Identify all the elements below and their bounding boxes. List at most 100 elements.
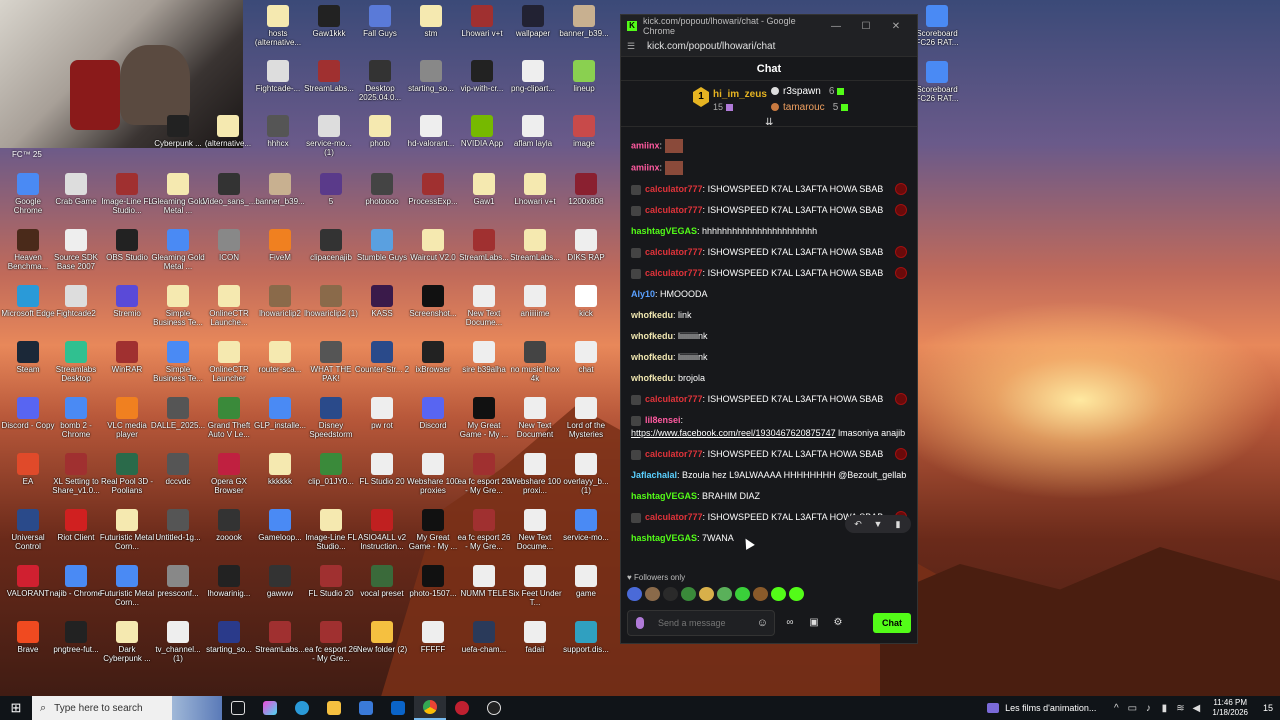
emoji-icon[interactable]: ☺ [757, 617, 768, 629]
leaderboard-second[interactable]: r3spawn 6 [771, 86, 845, 97]
desktop-icon[interactable]: photo [352, 115, 408, 148]
news-widget[interactable]: Les films d'animation... [987, 703, 1096, 713]
emote-10[interactable] [789, 587, 804, 601]
desktop-icon[interactable]: DIKS RAP [558, 229, 614, 262]
network-icon[interactable]: ▭ [1124, 703, 1140, 714]
desktop-icon[interactable]: 5 [303, 173, 359, 206]
desktop-icon[interactable]: Waircut V2.0 [405, 229, 461, 262]
desktop-icon[interactable]: FL Studio 20 [303, 565, 359, 598]
desktop-icon[interactable]: NVIDIA App [454, 115, 510, 148]
send-chat-button[interactable]: Chat [873, 613, 911, 633]
edge-icon[interactable] [286, 696, 318, 720]
pin-icon[interactable]: ▼ [869, 517, 887, 531]
desktop-icon[interactable]: Dark Cyberpunk ... [99, 621, 155, 663]
desktop-icon[interactable]: lhowarinig... [201, 565, 257, 598]
chat-username[interactable]: Aly10 [631, 289, 655, 299]
chat-message[interactable]: whofkedu: liiiiiiiiink [631, 351, 907, 364]
desktop-icon[interactable]: OnlineCTR Launcher [201, 341, 257, 383]
desktop-icon[interactable]: kkkkkk [252, 453, 308, 486]
settings-gear-icon[interactable]: ⚙ [829, 614, 847, 632]
desktop-icon[interactable]: uefa-cham... [456, 621, 512, 654]
chrome-taskbar-icon[interactable] [414, 696, 446, 720]
clock[interactable]: 11:46 PM 1/18/2026 [1212, 698, 1248, 718]
desktop-icon[interactable]: photoooo [354, 173, 410, 206]
gift-box-icon[interactable]: ▣ [805, 614, 823, 632]
emote-1[interactable] [627, 587, 642, 601]
desktop-icon[interactable]: aflam layla [505, 115, 561, 148]
desktop-icon[interactable]: Riot Client [48, 509, 104, 542]
message-link[interactable]: https://www.facebook.com/reel/1930467620… [631, 428, 836, 438]
desktop-icon[interactable]: My Great Game - My ... [405, 509, 461, 551]
chat-message[interactable]: calculator777: ISHOWSPEED K7AL L3AFTA HO… [631, 267, 907, 280]
desktop-icon[interactable]: image [556, 115, 612, 148]
microphone-tray-icon[interactable]: ▮ [1156, 703, 1172, 714]
desktop-icon[interactable]: kick [558, 285, 614, 318]
chat-message[interactable]: hashtagVEGAS: 7WANA [631, 532, 907, 545]
chat-message[interactable]: hashtagVEGAS: BRAHIM DIAZ [631, 490, 907, 503]
desktop-icon[interactable]: Streamlabs Desktop [48, 341, 104, 383]
speaker-icon[interactable]: ◀ [1188, 703, 1204, 714]
desktop-icon[interactable]: ixBrowser [405, 341, 461, 374]
emote-3[interactable] [663, 587, 678, 601]
desktop-icon[interactable]: Cyberpunk ... [150, 115, 206, 148]
desktop-icon[interactable]: Stumble Guys [354, 229, 410, 262]
chat-username[interactable]: amiinx [631, 162, 660, 172]
desktop-icon[interactable]: ea fc esport 26 - My Gre... [456, 509, 512, 551]
desktop-icon[interactable]: lhowariclip2 [252, 285, 308, 318]
desktop-icon[interactable]: aniiiiime [507, 285, 563, 318]
chevron-up-icon[interactable]: ^ [1108, 703, 1124, 714]
desktop-icon[interactable]: New Text Docume... [507, 509, 563, 551]
chat-username[interactable]: calculator777 [645, 184, 703, 194]
desktop-icon[interactable]: stm [403, 5, 459, 38]
chat-message[interactable]: amiinx: [631, 139, 907, 153]
chat-username[interactable]: lil8ensei [645, 415, 681, 425]
desktop-icon[interactable]: 1200x808 [558, 173, 614, 206]
desktop-icon[interactable]: tv_channel... (1) [150, 621, 206, 663]
leaderboard-first-name[interactable]: hi_im_zeus [713, 89, 767, 100]
chat-message[interactable]: Aly10: HMOOODA [631, 288, 907, 301]
desktop-icon[interactable]: overlayy_b... (1) [558, 453, 614, 495]
desktop-icon[interactable]: Gleaming Gold Metal ... [150, 173, 206, 215]
collapse-leaderboard-icon[interactable]: ⇊ [765, 117, 773, 128]
chrome-window[interactable]: K kick.com/popout/lhowari/chat - Google … [620, 14, 918, 644]
desktop-icon[interactable]: Image-Line FL Studio... [99, 173, 155, 215]
chat-message[interactable]: Jaflachalal: Bzoula hez L9ALWAAAA HHHHHH… [631, 469, 907, 482]
desktop-icon[interactable]: fadaii [507, 621, 563, 654]
desktop-icon[interactable]: VLC media player [99, 397, 155, 439]
desktop-icon[interactable]: photo-1507... [405, 565, 461, 598]
desktop-icon[interactable]: GLP_installe... [252, 397, 308, 430]
desktop-icon[interactable]: dccvdc [150, 453, 206, 486]
emote-9[interactable] [771, 587, 786, 601]
desktop-icon[interactable]: StreamLabs... [456, 229, 512, 262]
leaderboard-third-name[interactable]: tamarouc [783, 102, 825, 113]
desktop-icon[interactable]: png-clipart... [505, 60, 561, 93]
desktop-icon[interactable]: Screenshot... [405, 285, 461, 318]
site-info-icon[interactable]: ☰ [627, 41, 639, 52]
desktop-icon[interactable]: wallpaper [505, 5, 561, 38]
desktop-icon[interactable]: StreamLabs... [301, 60, 357, 93]
desktop-icon[interactable]: Video_sans_... [201, 173, 257, 206]
desktop-icon[interactable]: Disney Speedstorm [303, 397, 359, 439]
desktop-icon[interactable]: New folder (2) [354, 621, 410, 654]
desktop-icon[interactable]: lineup [556, 60, 612, 93]
microphone-icon[interactable] [636, 617, 644, 629]
outlook-icon[interactable] [382, 696, 414, 720]
message-input[interactable] [658, 611, 758, 635]
chat-tools-icon[interactable]: ∞ [781, 614, 799, 632]
desktop-icon[interactable]: WinRAR [99, 341, 155, 374]
desktop-icon[interactable]: Discord [405, 397, 461, 430]
desktop-icon[interactable]: Gaw1 [456, 173, 512, 206]
desktop-icon[interactable]: router-sca... [252, 341, 308, 374]
desktop-icon[interactable]: vip-with-cr... [454, 60, 510, 93]
desktop-icon[interactable]: najib - Chrome [48, 565, 104, 598]
desktop-icon[interactable]: banner_b39... [556, 5, 612, 38]
delete-icon[interactable]: ▮ [889, 517, 907, 531]
start-windows-icon[interactable]: ⊞ [0, 696, 32, 720]
desktop-icon[interactable]: Webshare 100 proxies [405, 453, 461, 495]
desktop-icon[interactable]: My Great Game - My ... [456, 397, 512, 439]
desktop-icon[interactable]: Fightcade2 [48, 285, 104, 318]
desktop-icon[interactable]: FiveM [252, 229, 308, 262]
chat-message[interactable]: hashtagVEGAS: hhhhhhhhhhhhhhhhhhhhhhh [631, 225, 907, 238]
chat-message-list[interactable]: amiinx: amiinx: calculator777: ISHOWSPEE… [621, 139, 917, 569]
desktop-icon[interactable]: gawww [252, 565, 308, 598]
